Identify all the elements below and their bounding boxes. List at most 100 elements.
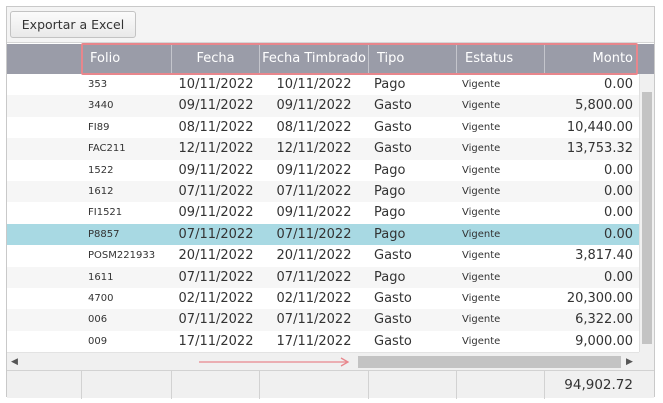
cell-fecha-timbrado: 09/11/2022 <box>276 162 352 178</box>
cell-tipo: Gasto <box>374 291 412 306</box>
cell-fecha-timbrado: 10/11/2022 <box>276 77 352 92</box>
table-row[interactable]: P8857 07/11/2022 07/11/2022 Pago Vigente 0.00 <box>7 223 639 246</box>
column-header-folio[interactable]: Folio <box>82 44 172 74</box>
cell-monto: 20,300.00 <box>566 291 633 306</box>
horizontal-scrollbar[interactable]: ◀ ▶ <box>7 352 639 370</box>
cell-fecha-timbrado: 07/11/2022 <box>276 226 352 242</box>
cell-fecha-timbrado: 07/11/2022 <box>276 184 352 199</box>
cell-fecha: 12/11/2022 <box>178 141 254 157</box>
cell-folio: FI89 <box>88 121 110 133</box>
table-row[interactable]: 1522 09/11/2022 09/11/2022 Pago Vigente 0.00 <box>7 160 639 181</box>
cell-fecha: 17/11/2022 <box>178 333 254 349</box>
cell-tipo: Gasto <box>374 141 412 157</box>
cell-fecha: 10/11/2022 <box>178 77 254 92</box>
cell-fecha: 07/11/2022 <box>178 312 254 328</box>
cell-monto: 3,817.40 <box>575 248 633 264</box>
cell-monto: 5,800.00 <box>575 98 633 114</box>
cell-folio: P8857 <box>88 228 120 240</box>
cell-fecha-timbrado: 12/11/2022 <box>276 141 352 157</box>
table-row[interactable]: 3440 09/11/2022 09/11/2022 Gasto Vigente 5,80… <box>7 95 639 117</box>
cell-tipo: Gasto <box>374 333 412 349</box>
table-row[interactable]: 353 10/11/2022 10/11/2022 Pago Vigente 0.00 <box>7 74 639 95</box>
cell-folio: FI1521 <box>88 207 123 219</box>
table-row[interactable]: 006 07/11/2022 07/11/2022 Gasto Vigente 6,322… <box>7 309 639 331</box>
cell-monto: 0.00 <box>604 226 633 242</box>
cell-fecha: 07/11/2022 <box>178 184 254 199</box>
cell-folio: 006 <box>88 314 108 326</box>
cell-fecha: 02/11/2022 <box>178 291 254 306</box>
cell-fecha-timbrado: 07/11/2022 <box>276 269 352 285</box>
cell-fecha: 20/11/2022 <box>178 248 254 264</box>
table-row[interactable]: FI1521 09/11/2022 09/11/2022 Pago Vigente 0.0… <box>7 202 639 223</box>
table-row[interactable]: 1611 07/11/2022 07/11/2022 Pago Vigente 0.00 <box>7 266 639 288</box>
cell-monto: 0.00 <box>604 162 633 178</box>
cell-fecha: 09/11/2022 <box>178 205 254 221</box>
column-header-fecha-timbrado[interactable]: Fecha Timbrado <box>260 44 369 74</box>
footer-total-monto: 94,902.72 <box>564 377 633 393</box>
cell-folio: 353 <box>88 79 108 90</box>
table-row[interactable]: 4700 02/11/2022 02/11/2022 Gasto Vigente 20,3… <box>7 288 639 309</box>
cell-estatus: Vigente <box>462 79 501 90</box>
toolbar: Exportar a Excel <box>7 7 654 43</box>
cell-tipo: Pago <box>374 205 406 221</box>
cell-folio: 009 <box>88 335 108 347</box>
footer-cell <box>172 371 260 399</box>
vertical-scrollbar[interactable] <box>639 74 654 352</box>
table-row[interactable]: FI89 08/11/2022 08/11/2022 Gasto Vigente 10,4… <box>7 117 639 138</box>
cell-monto: 0.00 <box>604 205 633 221</box>
grid-body: 353 10/11/2022 10/11/2022 Pago Vigente 0.00 34… <box>7 74 639 352</box>
cell-fecha: 08/11/2022 <box>178 119 254 135</box>
cell-monto: 0.00 <box>604 269 633 285</box>
column-header-estatus[interactable]: Estatus <box>457 44 545 74</box>
cell-folio: 4700 <box>88 293 114 304</box>
cell-folio: POSM221933 <box>88 250 156 262</box>
cell-monto: 0.00 <box>604 184 633 199</box>
table-row[interactable]: 1612 07/11/2022 07/11/2022 Pago Vigente 0.00 <box>7 181 639 203</box>
cell-monto: 6,322.00 <box>575 312 633 328</box>
cell-folio: 3440 <box>88 100 114 112</box>
table-row[interactable]: 009 17/11/2022 17/11/2022 Gasto Vigente 9,000… <box>7 331 639 352</box>
grid-header: Folio Fecha Fecha Timbrado Tipo Estatus … <box>7 43 654 75</box>
cell-estatus: Vigente <box>462 121 501 133</box>
scroll-left-arrow-icon[interactable]: ◀ <box>11 356 18 367</box>
cell-monto: 13,753.32 <box>566 141 633 157</box>
cell-fecha-timbrado: 20/11/2022 <box>276 248 352 264</box>
export-excel-button[interactable]: Exportar a Excel <box>10 11 136 38</box>
cell-tipo: Pago <box>374 77 406 92</box>
table-row[interactable]: POSM221933 20/11/2022 20/11/2022 Gasto Vigen… <box>7 245 639 266</box>
cell-folio: 1522 <box>88 164 114 176</box>
cell-fecha: 09/11/2022 <box>178 162 254 178</box>
column-header-fecha[interactable]: Fecha <box>172 44 260 74</box>
cell-tipo: Pago <box>374 269 406 285</box>
cell-folio: 1611 <box>88 271 114 283</box>
footer-cell <box>7 371 82 399</box>
cell-estatus: Vigente <box>462 164 501 176</box>
cell-tipo: Gasto <box>374 119 412 135</box>
cell-estatus: Vigente <box>462 100 501 112</box>
horizontal-scroll-thumb[interactable] <box>358 356 621 368</box>
cell-tipo: Gasto <box>374 312 412 328</box>
cell-monto: 9,000.00 <box>575 333 633 349</box>
cell-monto: 0.00 <box>604 77 633 92</box>
grid-footer: 94,902.72 <box>7 370 654 399</box>
cell-estatus: Vigente <box>462 293 501 304</box>
cell-tipo: Pago <box>374 162 406 178</box>
cell-estatus: Vigente <box>462 143 501 155</box>
cell-fecha-timbrado: 17/11/2022 <box>276 333 352 349</box>
vertical-scroll-thumb[interactable] <box>642 92 652 344</box>
scroll-right-arrow-icon[interactable]: ▶ <box>626 356 633 367</box>
table-row[interactable]: FAC211 12/11/2022 12/11/2022 Gasto Vigente 13… <box>7 138 639 160</box>
column-header-monto[interactable]: Monto <box>545 44 637 74</box>
cell-estatus: Vigente <box>462 314 501 326</box>
cell-estatus: Vigente <box>462 335 501 347</box>
cell-estatus: Vigente <box>462 207 501 219</box>
cell-fecha-timbrado: 09/11/2022 <box>276 98 352 114</box>
column-header-tipo[interactable]: Tipo <box>369 44 457 74</box>
footer-cell <box>457 371 545 399</box>
cell-tipo: Pago <box>374 226 406 242</box>
cell-estatus: Vigente <box>462 271 501 283</box>
scroll-corner <box>639 352 654 370</box>
footer-cell <box>260 371 369 399</box>
footer-cell <box>82 371 172 399</box>
cell-fecha-timbrado: 02/11/2022 <box>276 291 352 306</box>
